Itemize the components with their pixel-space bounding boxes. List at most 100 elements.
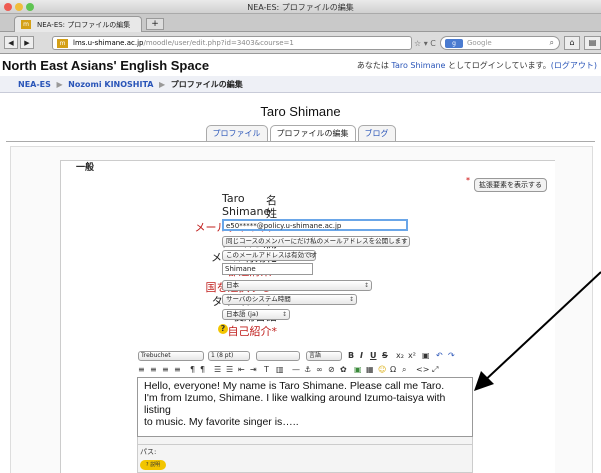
google-engine-icon[interactable]: g <box>445 39 463 48</box>
horizontal-rule-icon[interactable]: — <box>292 365 300 374</box>
tabs-divider <box>6 141 595 142</box>
window-titlebar: NEA-ES: プロファイルの編集 <box>0 0 601 14</box>
first-name-value: Taro <box>222 192 245 205</box>
clean-icon[interactable]: ▣ <box>422 351 430 360</box>
home-icon[interactable]: ⌂ <box>564 36 580 50</box>
editor-help-button[interactable]: ? 説明 <box>140 460 166 470</box>
show-advanced-button[interactable]: 拡張要素を表示する <box>474 178 547 192</box>
window-title: NEA-ES: プロファイルの編集 <box>247 3 354 12</box>
city-field[interactable]: Shimane <box>222 263 313 275</box>
help-icon[interactable]: ? <box>218 324 228 334</box>
bold-icon[interactable]: B <box>348 351 354 360</box>
unlink-icon[interactable]: ⊘ <box>328 365 335 374</box>
editor-text-line: I'm from Izumo, Shimane. I like walking … <box>144 392 446 416</box>
email-enabled-row: メール有効化 このメールアドレスは有効です <box>60 249 560 264</box>
special-char-icon[interactable]: Ω <box>390 365 396 374</box>
tab-profile[interactable]: プロファイル <box>205 125 268 141</box>
logout-link[interactable]: (ログアウト) <box>551 61 597 70</box>
breadcrumb-separator-icon: ▶ <box>56 80 63 89</box>
editor-text-line: Hello, everyone! My name is Taro Shimane… <box>144 380 445 392</box>
image-icon[interactable]: ▣ <box>354 365 362 374</box>
site-header: North East Asians' English Space あなたは Ta… <box>0 54 601 76</box>
breadcrumb-separator-icon: ▶ <box>159 80 166 89</box>
align-center-icon[interactable]: ≡ <box>150 365 157 374</box>
search-replace-icon[interactable]: ⌕ <box>402 365 406 375</box>
html-source-icon[interactable]: <> <box>416 365 429 374</box>
browser-tab[interactable]: m NEA-ES: プロファイルの編集 <box>14 16 142 32</box>
login-info: あなたは Taro Shimane としてログインしています。(ログアウト) <box>357 60 597 71</box>
bookmarks-icon[interactable]: ▤ <box>584 36 601 50</box>
email-display-row: メール公開 同じコースのメンバーにだけ私のメールアドレスを公開します <box>60 235 560 250</box>
font-family-select[interactable]: Trebuchet <box>138 351 204 361</box>
link-icon[interactable]: ∞ <box>316 365 323 374</box>
search-placeholder: Google <box>467 39 492 47</box>
nolink-icon[interactable]: ✿ <box>340 365 347 374</box>
ltr-icon[interactable]: ¶ <box>190 365 195 374</box>
unordered-list-icon[interactable]: ☰ <box>226 365 233 374</box>
ordered-list-icon[interactable]: ☰ <box>214 365 221 374</box>
url-host: lms.u-shimane.ac.jp <box>73 39 144 47</box>
editor-path-bar: パス: <box>137 444 473 456</box>
underline-icon[interactable]: U <box>370 351 377 360</box>
background-color-icon[interactable]: ▥ <box>276 365 284 374</box>
browser-tab-label: NEA-ES: プロファイルの編集 <box>37 21 131 29</box>
login-middle: としてログインしています。 <box>448 61 551 70</box>
email-enabled-select[interactable]: このメールアドレスは有効です <box>222 250 317 261</box>
country-select[interactable]: 日本 <box>222 280 372 291</box>
align-right-icon[interactable]: ≡ <box>162 365 169 374</box>
description-label: 自己紹介* <box>227 325 278 338</box>
new-tab-button[interactable]: + <box>146 18 164 30</box>
breadcrumb-user-link[interactable]: Nozomi KINOSHITA <box>68 80 153 89</box>
breadcrumb-current: プロファイルの編集 <box>170 80 243 89</box>
language-select[interactable]: 日本語 (ja) <box>222 309 290 320</box>
email-field[interactable]: e50*****@policy.u-shimane.ac.jp <box>222 219 408 231</box>
text-color-icon[interactable]: T <box>264 365 269 374</box>
email-row: メールアドレス* e50*****@policy.u-shimane.ac.jp <box>60 219 560 234</box>
superscript-icon[interactable]: x² <box>408 351 416 360</box>
align-left-icon[interactable]: ≡ <box>138 365 145 374</box>
fullscreen-icon[interactable]: ⤢ <box>432 365 438 375</box>
browser-toolbar: ◀ ▶ m lms.u-shimane.ac.jp/moodle/user/ed… <box>0 32 601 54</box>
required-mark: * <box>466 176 470 185</box>
emoticon-icon[interactable]: ☺ <box>378 365 386 374</box>
browser-tab-bar: m NEA-ES: プロファイルの編集 + <box>0 14 601 32</box>
forward-button[interactable]: ▶ <box>20 36 34 49</box>
editor-text-line: to music. My favorite singer is….. <box>144 416 299 428</box>
outdent-icon[interactable]: ⇤ <box>238 365 245 374</box>
italic-icon[interactable]: I <box>360 351 363 360</box>
logged-in-user-link[interactable]: Taro Shimane <box>391 61 445 70</box>
justify-icon[interactable]: ≡ <box>174 365 181 374</box>
language-editor-select[interactable]: 言語 <box>306 351 342 361</box>
login-prefix: あなたは <box>356 61 389 70</box>
strikethrough-icon[interactable]: S <box>382 351 388 360</box>
email-display-select[interactable]: 同じコースのメンバーにだけ私のメールアドレスを公開します <box>222 236 410 247</box>
tab-edit-profile[interactable]: プロファイルの編集 <box>269 125 356 141</box>
font-size-select[interactable]: 1 (8 pt) <box>208 351 250 361</box>
page-title: Taro Shimane <box>260 104 341 119</box>
moodle-favicon-icon: m <box>57 39 68 48</box>
bookmark-star-icon[interactable]: ☆ ▾ C <box>414 39 436 48</box>
redo-icon[interactable]: ↷ <box>448 351 455 360</box>
search-icon[interactable]: ⌕ <box>550 38 554 48</box>
tab-blog[interactable]: ブログ <box>357 125 396 141</box>
table-icon[interactable]: ▦ <box>366 365 374 374</box>
address-bar[interactable]: m lms.u-shimane.ac.jp/moodle/user/edit.p… <box>52 36 412 50</box>
first-name-row: 名 Taro <box>60 192 560 207</box>
undo-icon[interactable]: ↶ <box>436 351 443 360</box>
anchor-icon[interactable]: ⚓ <box>304 365 311 374</box>
format-select[interactable] <box>256 351 300 361</box>
site-name: North East Asians' English Space <box>2 58 210 73</box>
search-input[interactable]: g Google ⌕ <box>440 36 560 50</box>
back-button[interactable]: ◀ <box>4 36 18 49</box>
indent-icon[interactable]: ⇥ <box>250 365 257 374</box>
profile-tabs: プロファイル プロファイルの編集 ブログ <box>0 125 601 141</box>
breadcrumb-home-link[interactable]: NEA-ES <box>18 80 51 89</box>
annotation-arrow-icon <box>474 271 601 391</box>
timezone-select[interactable]: サーバのシステム時間 <box>222 294 357 305</box>
arrow-shaft <box>479 271 601 386</box>
description-editor[interactable]: Hello, everyone! My name is Taro Shimane… <box>137 377 473 437</box>
subscript-icon[interactable]: x₂ <box>396 351 404 360</box>
rtl-icon[interactable]: ¶ <box>200 365 205 374</box>
last-name-value: Shimane <box>222 205 271 218</box>
last-name-row: 姓 Shimane <box>60 205 560 220</box>
